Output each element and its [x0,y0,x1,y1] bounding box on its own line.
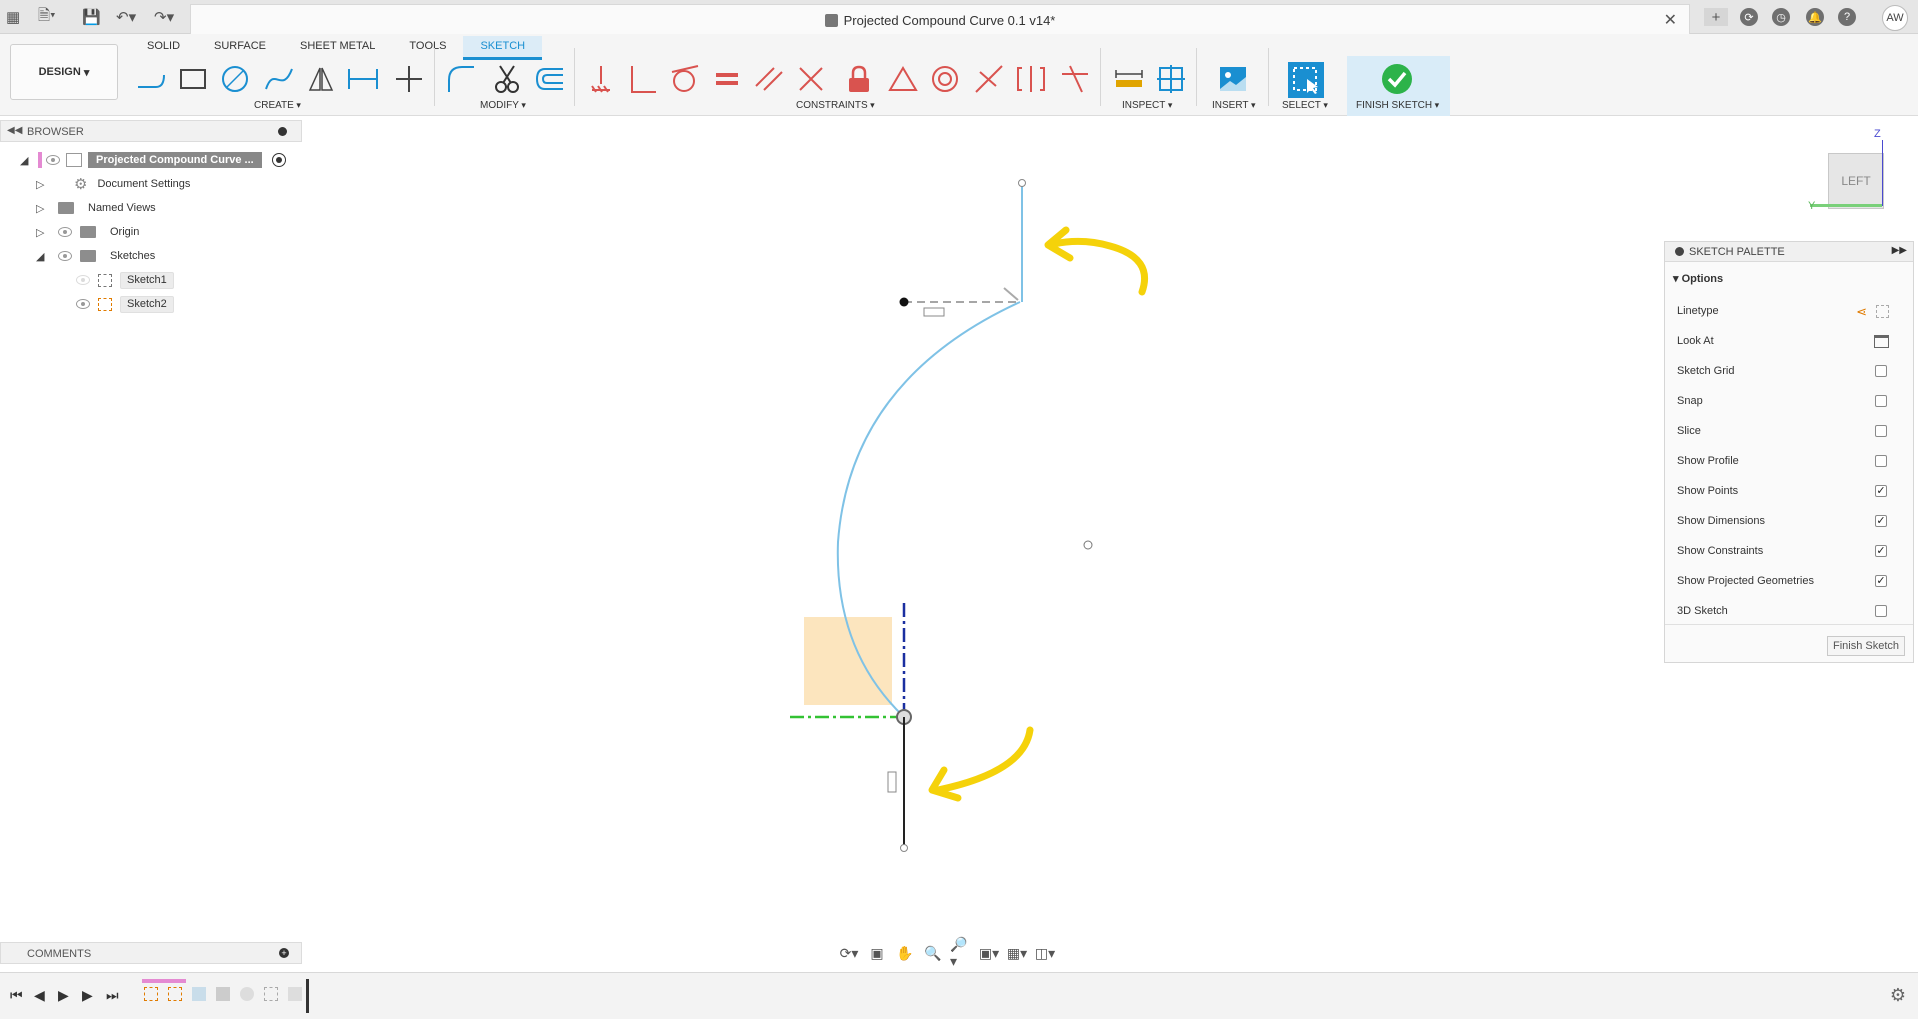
palette-title: SKETCH PALETTE [1689,246,1785,258]
annotation-arrow [1050,237,1149,296]
slice-checkbox[interactable] [1875,425,1887,437]
add-comment-icon[interactable]: + [279,948,289,958]
annotation-arrow [934,726,1034,794]
timeline-marker[interactable] [306,979,309,1013]
constraint-glyph [1003,287,1019,301]
snap-checkbox[interactable] [1875,395,1887,407]
option-show-dimensions: Show Dimensions ✓ [1677,515,1887,527]
z-axis-indicator [1882,140,1883,206]
timeline: ⏮ ◀ ▶ ▶ ⏭ ⚙ [0,972,1918,1019]
option-slice: Slice [1677,422,1905,442]
sketch-canvas[interactable] [0,0,1918,1019]
sketch-grid-checkbox[interactable] [1875,365,1887,377]
grid-settings-icon[interactable]: ▦▾ [1006,944,1028,962]
palette-header: SKETCH PALETTE ▶▶ [1665,242,1913,262]
linetype-construction-icon[interactable]: ⋖ [1856,304,1867,320]
y-axis-indicator [1810,204,1882,207]
timeline-feature[interactable] [240,987,254,1001]
timeline-sketch-feature[interactable] [168,987,182,1001]
timeline-feature[interactable] [288,987,302,1001]
go-to-start-icon[interactable]: ⏮ [10,987,23,1004]
option-show-projected-geometries: Show Projected Geometries ✓ [1677,575,1887,587]
expand-palette-icon[interactable]: ▶▶ [1892,245,1907,256]
orbit-icon[interactable]: ⟳▾ [838,944,860,962]
options-section[interactable]: ▾ Options [1673,272,1723,285]
collapse-icon[interactable] [1675,247,1684,256]
zoom-window-icon[interactable]: 🔎▾ [950,936,972,969]
show-constraints-checkbox[interactable]: ✓ [1875,545,1887,557]
option-look-at: Look At [1677,332,1905,352]
comments-title: COMMENTS [27,948,92,960]
go-to-end-icon[interactable]: ⏭ [106,987,119,1004]
show-dimensions-checkbox[interactable]: ✓ [1875,515,1887,527]
timeline-sketch-feature[interactable] [144,987,158,1001]
linetype-centerline-icon[interactable] [1876,305,1889,318]
sketch-profile-region[interactable] [804,617,892,705]
zoom-icon[interactable]: 🔍 [922,944,944,962]
timeline-feature[interactable] [192,987,206,1001]
sketch-point[interactable] [900,844,908,852]
viewcube[interactable]: LEFT [1828,153,1884,209]
viewports-icon[interactable]: ◫▾ [1034,944,1056,962]
option-snap: Snap [1677,392,1905,412]
pan-hand-icon[interactable]: ✋ [894,944,916,962]
timeline-active-marker [142,979,186,983]
navigation-bar: ⟳▾ ▣ ✋ 🔍 🔎▾ ▣▾ ▦▾ ◫▾ [838,936,1078,969]
sketch-point[interactable] [1018,179,1026,187]
show-projected-geometries-checkbox[interactable]: ✓ [1875,575,1887,587]
option-show-points: Show Points ✓ [1677,485,1887,497]
look-at-icon[interactable]: ▣ [866,944,888,962]
timeline-feature[interactable] [216,987,230,1001]
sketch-point[interactable] [1083,540,1093,550]
axis-y-label: Y [1808,200,1816,212]
option-linetype: Linetype ⋖ [1677,302,1905,322]
step-forward-icon[interactable]: ▶ [82,987,93,1004]
option-sketch-grid: Sketch Grid [1677,362,1905,382]
look-at-icon[interactable] [1874,335,1889,348]
3d-sketch-checkbox[interactable] [1875,605,1887,617]
display-settings-icon[interactable]: ▣▾ [978,944,1000,962]
step-back-icon[interactable]: ◀ [34,987,45,1004]
timeline-settings-gear-icon[interactable]: ⚙ [1890,985,1906,1006]
dimension-glyph [887,771,897,793]
show-profile-checkbox[interactable] [1875,455,1887,467]
finish-sketch-button[interactable]: Finish Sketch [1826,636,1905,656]
axis-z-label: Z [1874,128,1881,140]
play-icon[interactable]: ▶ [58,987,69,1004]
option-show-constraints: Show Constraints ✓ [1677,545,1887,557]
option-show-profile: Show Profile [1677,452,1905,472]
center-point[interactable] [899,297,909,307]
sketch-palette: SKETCH PALETTE ▶▶ ▾ Options Linetype ⋖ L… [1664,241,1914,663]
show-points-checkbox[interactable]: ✓ [1875,485,1887,497]
timeline-feature[interactable] [264,987,278,1001]
palette-divider [1665,624,1913,625]
dimension-glyph [923,307,945,317]
option-3d-sketch: 3D Sketch [1677,602,1905,622]
comments-panel[interactable]: COMMENTS + [0,942,302,964]
